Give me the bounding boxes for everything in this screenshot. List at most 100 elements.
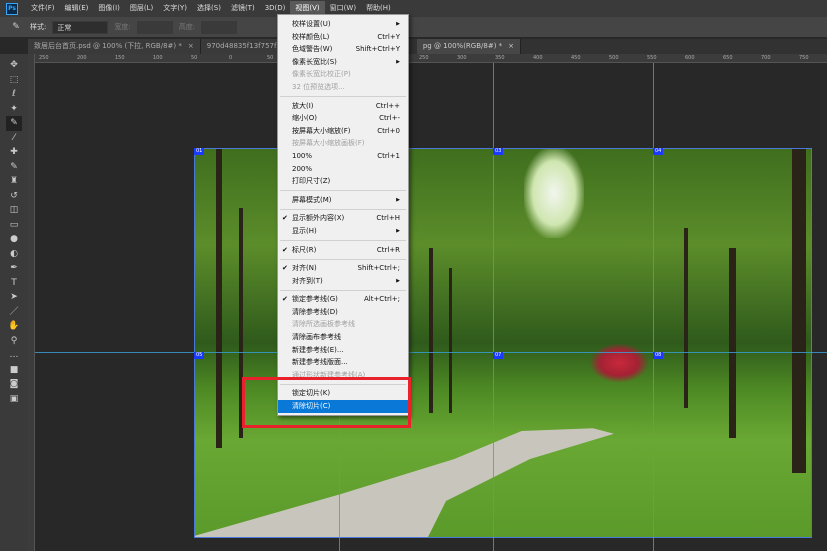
view-menu-item[interactable]: ✔ 标尺(R) Ctrl+R (278, 244, 408, 257)
menu-item-shortcut: Ctrl+H (376, 214, 400, 223)
menu-3[interactable]: 图层(L) (125, 1, 158, 16)
slice-label[interactable]: 01 (194, 148, 205, 155)
view-menu-item[interactable]: 新建参考线(E)... (278, 344, 408, 357)
view-menu-item: 像素长宽比校正(P) (278, 68, 408, 81)
blur-tool-icon[interactable]: ● (6, 232, 22, 247)
dodge-tool-icon[interactable]: ◐ (6, 247, 22, 262)
menu-item-label: 像素长宽比校正(P) (292, 70, 351, 79)
gradient-tool-icon[interactable]: ▭ (6, 218, 22, 233)
check-icon: ✔ (282, 264, 288, 273)
colors-tool-icon[interactable]: ■ (6, 363, 22, 378)
menu-item-label: 显示(H) (292, 226, 317, 235)
zoom-tool-icon[interactable]: ⚲ (6, 334, 22, 349)
view-menu-item[interactable]: 放大(I) Ctrl++ (278, 100, 408, 113)
hand-tool-icon[interactable]: ✋ (6, 319, 22, 334)
close-icon[interactable]: × (508, 42, 514, 50)
history-brush-tool-icon[interactable]: ↺ (6, 189, 22, 204)
ruler-tick-label: 400 (533, 55, 543, 61)
line-tool-icon[interactable]: ／ (6, 305, 22, 320)
menu-1[interactable]: 编辑(E) (60, 1, 94, 16)
view-menu-item[interactable]: 屏幕模式(M) ▶ (278, 194, 408, 207)
path-select-tool-icon[interactable]: ➤ (6, 290, 22, 305)
move-tool-icon[interactable]: ✥ (6, 58, 22, 73)
marquee-tool-icon[interactable]: ✎ (8, 20, 24, 35)
menu-item-shortcut: Ctrl+R (376, 245, 400, 254)
horizontal-ruler[interactable]: 2502001501005005010015020025030035040045… (35, 54, 827, 63)
view-menu-item[interactable]: 打印尺寸(Z) (278, 175, 408, 188)
ruler-tick-label: 50 (267, 55, 274, 61)
menu-item-shortcut: Shift+Ctrl+; (357, 264, 400, 273)
brush-tool-icon[interactable]: ✎ (6, 160, 22, 175)
guide-vertical[interactable] (653, 63, 654, 551)
view-menu-item[interactable]: ✔ 对齐(N) Shift+Ctrl+; (278, 262, 408, 275)
slice-label[interactable]: 07 (493, 352, 504, 359)
photoshop-logo: Ps (6, 2, 18, 15)
options-bar: ✎ 样式: 正常 宽度: 高度: (0, 17, 827, 37)
width-input[interactable] (136, 20, 173, 34)
healing-tool-icon[interactable]: ✚ (6, 145, 22, 160)
view-menu-item[interactable]: 清除参考线(D) (278, 306, 408, 319)
check-icon: ✔ (282, 245, 288, 254)
slice-label[interactable]: 05 (194, 352, 205, 359)
view-menu-item[interactable]: 显示(H) ▶ (278, 225, 408, 238)
slice-label[interactable]: 04 (653, 148, 664, 155)
menu-0[interactable]: 文件(F) (26, 1, 60, 16)
style-select[interactable]: 正常 (52, 20, 109, 34)
slice-label[interactable]: 08 (653, 352, 664, 359)
screen-mode-tool-icon[interactable]: ▣ (6, 392, 22, 407)
menu-item-label: 放大(I) (292, 101, 314, 110)
pen-tool-icon[interactable]: ✒ (6, 261, 22, 276)
check-icon: ✔ (282, 214, 288, 223)
menu-4[interactable]: 文字(Y) (158, 1, 192, 16)
more-tool-icon[interactable]: … (6, 348, 22, 363)
menu-item-label: 显示额外内容(X) (292, 214, 345, 223)
view-menu-item[interactable]: ✔ 显示额外内容(X) Ctrl+H (278, 212, 408, 225)
marquee-tool-icon[interactable]: ⬚ (6, 73, 22, 88)
menu-item-label: 32 位预览选项... (292, 82, 345, 91)
eraser-tool-icon[interactable]: ◫ (6, 203, 22, 218)
view-menu-item[interactable]: 对齐到(T) ▶ (278, 275, 408, 288)
eyedropper-tool-icon[interactable]: ⁄ (6, 131, 22, 146)
view-menu-item[interactable]: 200% (278, 163, 408, 176)
type-tool-icon[interactable]: T (6, 276, 22, 291)
slice-tool-icon[interactable]: ✎ (6, 116, 22, 131)
view-menu-item[interactable]: 像素长宽比(S) ▶ (278, 56, 408, 69)
view-menu-item[interactable]: 校样设置(U) ▶ (278, 18, 408, 31)
slice-label[interactable]: 03 (493, 148, 504, 155)
view-menu-item: 按屏幕大小缩放画板(F) (278, 137, 408, 150)
menu-6[interactable]: 滤镜(T) (226, 1, 260, 16)
view-menu-item[interactable]: ✔ 锁定参考线(G) Alt+Ctrl+; (278, 293, 408, 306)
width-label: 宽度: (114, 23, 131, 31)
menu-2[interactable]: 图像(I) (93, 1, 125, 16)
view-menu-item[interactable]: 新建参考线版面... (278, 356, 408, 369)
menubar: Ps 文件(F) 编辑(E) 图像(I) 图层(L) 文字(Y) 选择(S) 滤镜(T) 3D… (0, 0, 827, 17)
view-menu-item[interactable]: 缩小(O) Ctrl+- (278, 112, 408, 125)
menu-item-label: 锁定参考线(G) (292, 295, 338, 304)
magic-wand-tool-icon[interactable]: ✦ (6, 102, 22, 117)
view-menu-item[interactable]: 按屏幕大小缩放(F) Ctrl+0 (278, 125, 408, 138)
menu-item-shortcut: Shift+Ctrl+Y (355, 45, 400, 54)
ruler-tick-label: 300 (457, 55, 467, 61)
submenu-arrow-icon: ▶ (396, 196, 400, 203)
lasso-tool-icon[interactable]: ℓ (6, 87, 22, 102)
vertical-ruler[interactable] (28, 54, 35, 551)
guide-horizontal[interactable] (35, 352, 827, 353)
view-menu-item[interactable]: 校样颜色(L) Ctrl+Y (278, 31, 408, 44)
view-menu-dropdown: 校样设置(U) ▶ 校样颜色(L) Ctrl+Y 色域警告(W) Shift+Ctrl+Y… (277, 14, 409, 416)
view-menu-item[interactable]: 清除画布参考线 (278, 331, 408, 344)
menu-item-label: 按屏幕大小缩放(F) (292, 126, 351, 135)
menu-5[interactable]: 选择(S) (192, 1, 226, 16)
close-icon[interactable]: × (188, 42, 194, 50)
view-menu-item: 32 位预览选项... (278, 81, 408, 94)
view-menu-item[interactable]: 100% Ctrl+1 (278, 150, 408, 163)
height-input[interactable] (201, 20, 238, 34)
guide-vertical[interactable] (493, 63, 494, 551)
tab-label: 致居后台首页.psd @ 100% (下拉, RGB/8#) * (34, 42, 182, 50)
doc-tab-active[interactable]: pg @ 100%(RGB/8#) * × (416, 39, 522, 54)
view-menu-item[interactable]: 色域警告(W) Shift+Ctrl+Y (278, 43, 408, 56)
ruler-tick-label: 150 (115, 55, 125, 61)
mask-tool-icon[interactable]: ◙ (6, 377, 22, 392)
doc-tab[interactable]: 致居后台首页.psd @ 100% (下拉, RGB/8#) * × (28, 39, 201, 54)
stamp-tool-icon[interactable]: ♜ (6, 174, 22, 189)
submenu-arrow-icon: ▶ (396, 277, 400, 284)
